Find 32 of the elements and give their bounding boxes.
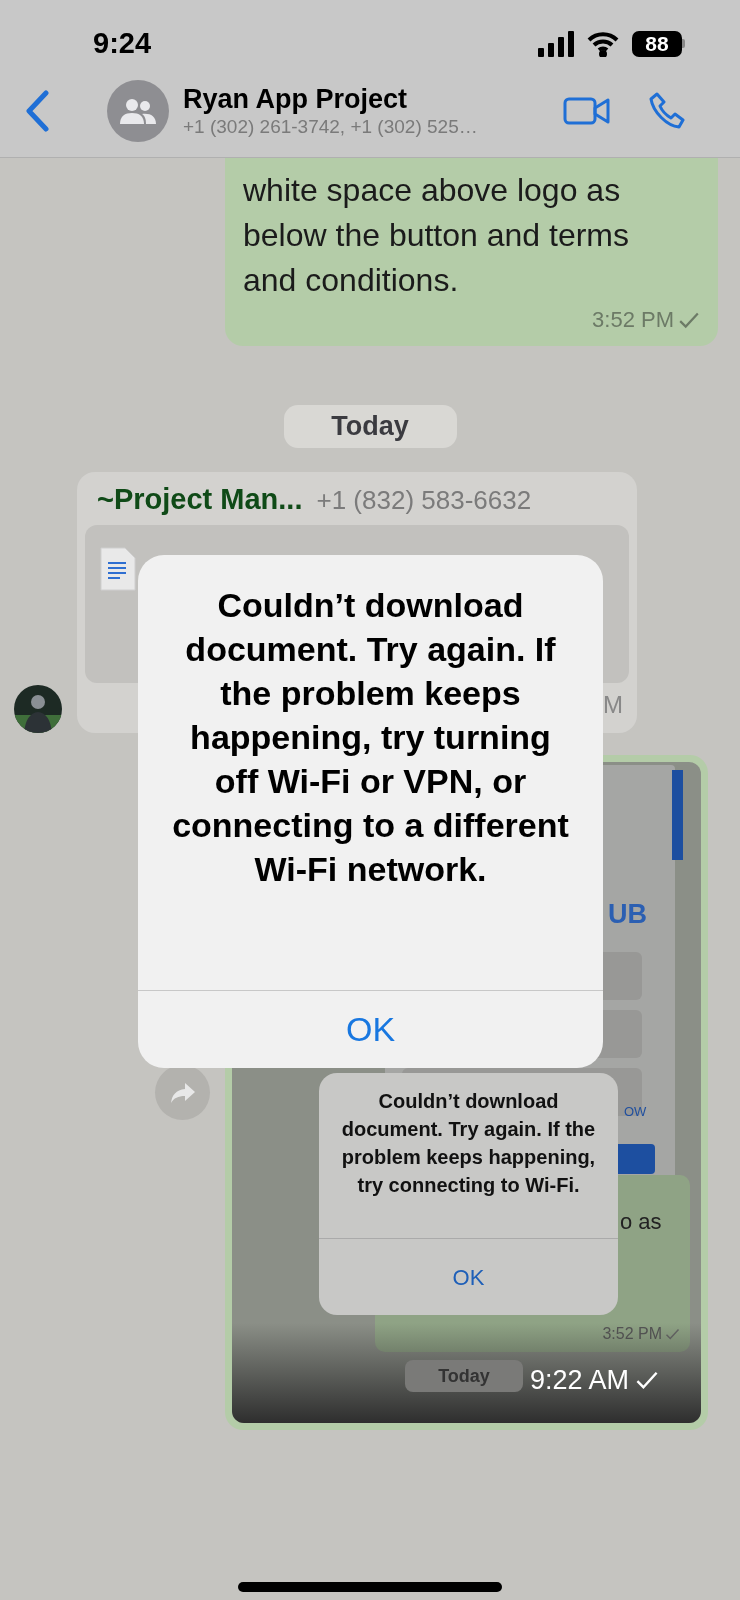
screenshot-time: 3:52 PM [602, 1324, 662, 1344]
voice-call-button[interactable] [649, 92, 685, 130]
check-icon [665, 1328, 680, 1340]
alert-message: Couldn’t download document. Try again. If the problem keeps happening, try turning off Wi-Fi or VPN, or connecting to a different Wi-Fi network. [171, 585, 570, 890]
message-text: white space above logo as below the button and terms and conditions. [243, 171, 630, 300]
signal-icon [538, 30, 574, 57]
wifi-icon [586, 30, 620, 57]
battery-level: 88 [632, 30, 682, 57]
screenshot-alert-message: Couldn’t download document. Try again. If the problem keeps happening, try connecting to Wi-Fi. [340, 1089, 597, 1198]
video-camera-icon [563, 96, 611, 126]
status-time: 9:24 [93, 25, 152, 61]
ok-button[interactable]: OK [138, 990, 603, 1068]
share-arrow-icon [168, 1080, 197, 1105]
screenshot-heading: UB [608, 898, 647, 931]
phone-icon [649, 92, 685, 130]
people-icon [120, 98, 156, 124]
screenshot-ok-label: OK [452, 1263, 485, 1292]
battery-tip-icon [682, 39, 685, 48]
sender-phone: +1 (832) 583-6632 [316, 483, 532, 517]
check-icon [635, 1370, 660, 1391]
screenshot-bubble-text: o as [620, 1208, 662, 1236]
message-time: 9:22 AM [530, 1364, 630, 1397]
check-icon [678, 310, 700, 329]
chat-members: +1 (302) 261-3742, +1 (302) 525… [183, 115, 478, 139]
date-chip: Today [283, 405, 457, 448]
message-time: M [603, 690, 623, 720]
chat-title[interactable]: Ryan App Project [183, 83, 478, 115]
message-time: 3:52 PM [592, 306, 674, 334]
document-icon [100, 547, 136, 591]
sender-name: ~Project Man... [97, 482, 303, 518]
back-chevron-icon [24, 90, 50, 132]
screenshot-date-chip: Today [405, 1360, 523, 1392]
